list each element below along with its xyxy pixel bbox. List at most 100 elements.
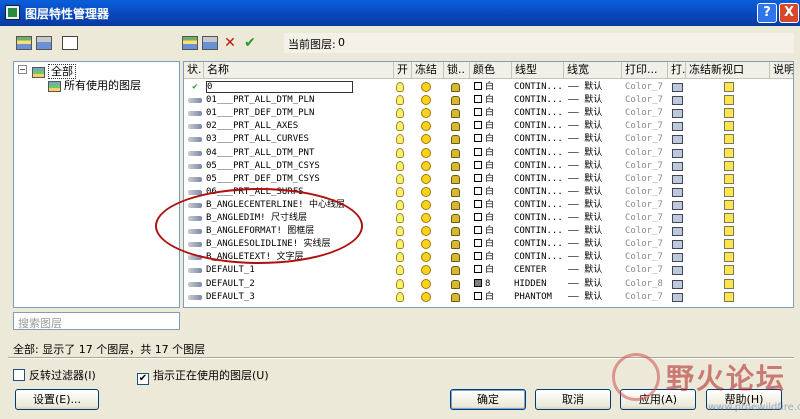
layer-plot-style[interactable]: Color_7	[625, 94, 665, 107]
sun-icon[interactable]	[421, 291, 435, 304]
lightbulb-icon[interactable]	[396, 291, 410, 304]
layer-color[interactable]: 白	[474, 264, 510, 277]
layer-plot-style[interactable]: Color_7	[625, 173, 665, 186]
layer-row[interactable]: B_ANGLEFORMAT! 图框层 白 CONTIN... —— 默认 Color_7	[184, 225, 793, 238]
column-header[interactable]: 说明	[770, 62, 793, 79]
layer-row[interactable]: 01___PRT_DEF_DTM_PLN 白 CONTIN... —— 默认 Color…	[184, 107, 793, 120]
layer-row[interactable]: DEFAULT_1 白 CENTER —— 默认 Color_7	[184, 264, 793, 277]
column-header[interactable]: 打.	[668, 62, 686, 79]
layer-linetype[interactable]: CONTIN...	[514, 147, 564, 160]
printer-icon[interactable]	[672, 107, 686, 120]
viewport-freeze-icon[interactable]	[724, 147, 738, 160]
layer-row[interactable]: 04___PRT_ALL_DTM_PNT 白 CONTIN... —— 默认 Color…	[184, 147, 793, 160]
tree-node-in-use[interactable]: 所有使用的图层	[48, 77, 141, 92]
layer-name[interactable]: 05___PRT_ALL_DTM_CSYS	[206, 160, 391, 173]
column-header[interactable]: 颜色	[470, 62, 512, 79]
layer-name[interactable]: B_ANGLEDIM! 尺寸线层	[206, 212, 391, 225]
layer-color[interactable]: 白	[474, 225, 510, 238]
sun-icon[interactable]	[421, 212, 435, 225]
layer-linetype[interactable]: CONTIN...	[514, 120, 564, 133]
search-layers-input[interactable]: 搜索图层	[13, 312, 180, 330]
show-in-use-checkbox[interactable]: ✔ 指示正在使用的图层(U)	[137, 367, 269, 385]
layer-status-icon[interactable]	[186, 278, 204, 291]
layer-lineweight[interactable]: —— 默认	[568, 212, 622, 225]
layer-plot-style[interactable]: Color_7	[625, 120, 665, 133]
lock-icon[interactable]	[451, 225, 465, 238]
current-check-icon[interactable]: ✔	[186, 81, 204, 94]
viewport-freeze-icon[interactable]	[724, 107, 738, 120]
layer-plot-style[interactable]: Color_7	[625, 225, 665, 238]
sun-icon[interactable]	[421, 264, 435, 277]
delete-layer-icon[interactable]: ✕	[222, 36, 238, 50]
printer-icon[interactable]	[672, 264, 686, 277]
viewport-freeze-icon[interactable]	[724, 251, 738, 264]
layer-status-icon[interactable]	[186, 264, 204, 277]
layer-linetype[interactable]: CONTIN...	[514, 199, 564, 212]
lightbulb-icon[interactable]	[396, 264, 410, 277]
invert-filter-checkbox[interactable]: 反转过滤器(I)	[13, 367, 96, 383]
layer-row[interactable]: 06___PRT_ALL_SURFS 白 CONTIN... —— 默认 Color_7	[184, 186, 793, 199]
printer-icon[interactable]	[672, 147, 686, 160]
layer-status-icon[interactable]	[186, 107, 204, 120]
layer-status-icon[interactable]	[186, 251, 204, 264]
layer-name[interactable]: B_ANGLEFORMAT! 图框层	[206, 225, 391, 238]
printer-icon[interactable]	[672, 251, 686, 264]
layer-status-icon[interactable]	[186, 238, 204, 251]
viewport-freeze-icon[interactable]	[724, 173, 738, 186]
viewport-freeze-icon[interactable]	[724, 264, 738, 277]
layer-name[interactable]: DEFAULT_1	[206, 264, 391, 277]
lock-icon[interactable]	[451, 160, 465, 173]
column-header[interactable]: 冻结新视口	[686, 62, 770, 79]
lock-icon[interactable]	[451, 212, 465, 225]
layer-lineweight[interactable]: —— 默认	[568, 264, 622, 277]
printer-icon[interactable]	[672, 81, 686, 94]
printer-icon[interactable]	[672, 238, 686, 251]
lock-icon[interactable]	[451, 173, 465, 186]
lightbulb-icon[interactable]	[396, 147, 410, 160]
help-icon[interactable]: ?	[757, 3, 777, 23]
viewport-freeze-icon[interactable]	[724, 186, 738, 199]
printer-icon[interactable]	[672, 278, 686, 291]
layer-status-icon[interactable]	[186, 186, 204, 199]
layer-lineweight[interactable]: —— 默认	[568, 251, 622, 264]
layer-linetype[interactable]: CONTIN...	[514, 238, 564, 251]
layer-color[interactable]: 白	[474, 107, 510, 120]
sun-icon[interactable]	[421, 107, 435, 120]
layer-linetype[interactable]: CONTIN...	[514, 107, 564, 120]
printer-icon[interactable]	[672, 160, 686, 173]
layer-lineweight[interactable]: —— 默认	[568, 278, 622, 291]
viewport-freeze-icon[interactable]	[724, 278, 738, 291]
lock-icon[interactable]	[451, 264, 465, 277]
sun-icon[interactable]	[421, 199, 435, 212]
printer-icon[interactable]	[672, 186, 686, 199]
lightbulb-icon[interactable]	[396, 212, 410, 225]
layer-lineweight[interactable]: —— 默认	[568, 173, 622, 186]
sun-icon[interactable]	[421, 160, 435, 173]
layer-plot-style[interactable]: Color_8	[625, 278, 665, 291]
layer-name[interactable]: B_ANGLECENTERLINE! 中心线层	[206, 199, 391, 212]
layer-lineweight[interactable]: —— 默认	[568, 120, 622, 133]
layer-color[interactable]: 白	[474, 160, 510, 173]
sun-icon[interactable]	[421, 225, 435, 238]
viewport-freeze-icon[interactable]	[724, 225, 738, 238]
viewport-freeze-icon[interactable]	[724, 133, 738, 146]
layer-linetype[interactable]: CONTIN...	[514, 94, 564, 107]
lightbulb-icon[interactable]	[396, 251, 410, 264]
layer-name[interactable]: 0	[206, 81, 391, 94]
layer-status-icon[interactable]	[186, 173, 204, 186]
layer-linetype[interactable]: CONTIN...	[514, 81, 564, 94]
layer-color[interactable]: 白	[474, 238, 510, 251]
layer-color[interactable]: 白	[474, 81, 510, 94]
layer-plot-style[interactable]: Color_7	[625, 133, 665, 146]
layer-status-icon[interactable]	[186, 120, 204, 133]
lock-icon[interactable]	[451, 238, 465, 251]
layer-linetype[interactable]: CONTIN...	[514, 186, 564, 199]
layer-lineweight[interactable]: —— 默认	[568, 238, 622, 251]
layer-status-icon[interactable]	[186, 160, 204, 173]
viewport-freeze-icon[interactable]	[724, 238, 738, 251]
close-icon[interactable]: X	[779, 3, 799, 23]
layer-row[interactable]: B_ANGLECENTERLINE! 中心线层 白 CONTIN... —— 默认 Co…	[184, 199, 793, 212]
lightbulb-icon[interactable]	[396, 173, 410, 186]
layer-plot-style[interactable]: Color_7	[625, 291, 665, 304]
layer-name[interactable]: DEFAULT_3	[206, 291, 391, 304]
